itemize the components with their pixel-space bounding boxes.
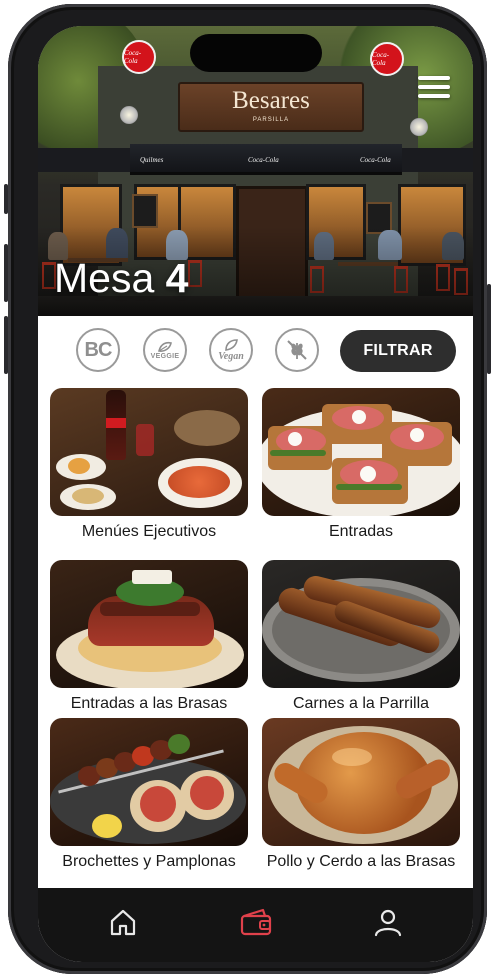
app-screen: Quilmes Coca-Cola Coca-Cola Besares PARS… [38, 26, 473, 962]
bottom-tab-bar [38, 888, 473, 962]
category-label: Carnes a la Parrilla [292, 695, 430, 712]
veggie-icon [158, 341, 172, 352]
wallet-icon [240, 908, 272, 936]
category-label: Brochettes y Pamplonas [62, 853, 236, 870]
tab-profile[interactable] [366, 902, 410, 942]
restaurant-subtitle: PARSILLA [252, 117, 290, 123]
phone-frame: Quilmes Coca-Cola Coca-Cola Besares PARS… [4, 4, 491, 974]
awning-left-text: Quilmes [140, 156, 164, 164]
brand-badge-left: Coca-Cola [122, 40, 156, 74]
category-image [50, 560, 248, 688]
category-label: Pollo y Cerdo a las Brasas [266, 853, 456, 870]
category-card-carnes-parrilla[interactable]: Carnes a la Parrilla [262, 560, 460, 714]
category-grid: Menúes Ejecutivos Entradas Entradas a la… [38, 386, 473, 906]
table-number: 4 [165, 255, 189, 301]
restaurant-sign: Besares PARSILLA [178, 82, 364, 132]
brand-badge-right: Coca-Cola [370, 42, 404, 76]
vegan-label: Vegan [218, 350, 244, 362]
user-icon [374, 909, 402, 937]
vegan-filter-chip[interactable]: Vegan [209, 328, 253, 372]
tab-home[interactable] [101, 902, 145, 942]
category-image [50, 388, 248, 516]
filter-button[interactable]: FILTRAR [340, 330, 456, 372]
gluten-free-filter-chip[interactable] [275, 328, 319, 372]
awning-center-text: Coca-Cola [248, 156, 279, 164]
dynamic-island [190, 34, 322, 72]
vegan-icon [225, 338, 238, 351]
category-card-entradas[interactable]: Entradas [262, 388, 460, 542]
diet-filter-bar: BC VEGGIE Vegan FILTRAR [38, 326, 473, 376]
category-card-brochettes[interactable]: Brochettes y Pamplonas [50, 718, 248, 872]
category-image [262, 560, 460, 688]
home-icon [110, 909, 136, 936]
category-image [262, 718, 460, 846]
awning-right-text: Coca-Cola [360, 156, 391, 164]
phone-volume-down-button [4, 316, 8, 374]
menu-hamburger-icon[interactable] [418, 76, 450, 102]
category-label: Menúes Ejecutivos [81, 523, 217, 540]
veggie-filter-chip[interactable]: VEGGIE [143, 328, 187, 372]
category-image [50, 718, 248, 846]
phone-volume-up-button [4, 244, 8, 302]
bc-filter-chip[interactable]: BC [76, 328, 120, 372]
category-card-menues-ejecutivos[interactable]: Menúes Ejecutivos [50, 388, 248, 542]
tab-wallet[interactable] [234, 902, 278, 942]
veggie-label: VEGGIE [150, 352, 180, 360]
table-prefix: Mesa [54, 255, 155, 301]
category-label: Entradas [328, 523, 394, 540]
category-label: Entradas a las Brasas [70, 695, 228, 712]
phone-power-button [487, 284, 491, 374]
table-number-label: Mesa 4 [54, 254, 188, 302]
phone-action-button [4, 184, 8, 214]
restaurant-name: Besares [232, 87, 310, 114]
gluten-free-icon [287, 340, 307, 360]
bc-icon: BC [84, 338, 113, 361]
category-card-entradas-brasas[interactable]: Entradas a las Brasas [50, 560, 248, 714]
category-card-pollo-cerdo[interactable]: Pollo y Cerdo a las Brasas [262, 718, 460, 872]
category-image [262, 388, 460, 516]
